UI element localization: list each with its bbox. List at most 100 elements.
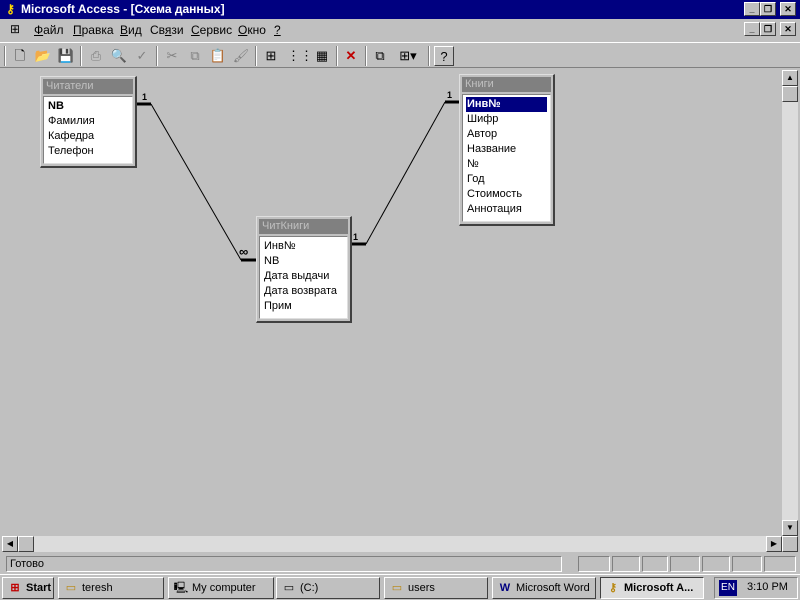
toolbar-separator: [365, 46, 367, 66]
show-table-icon[interactable]: ⊞: [261, 46, 281, 66]
status-bar: Готово: [0, 554, 800, 574]
taskbar-item-label: teresh: [82, 582, 113, 594]
field-year[interactable]: Год: [466, 172, 547, 187]
horizontal-scrollbar[interactable]: ◀ ▶: [2, 536, 782, 552]
field-phone[interactable]: Телефон: [47, 144, 129, 159]
table-readers-fields: NB Фамилия Кафедра Телефон: [43, 96, 133, 164]
field-code[interactable]: Шифр: [466, 112, 547, 127]
field-inv[interactable]: Инв№: [263, 239, 344, 254]
scroll-down-icon[interactable]: ▼: [782, 520, 798, 536]
new-object-icon[interactable]: ⊞▾: [394, 46, 422, 66]
field-title[interactable]: Название: [466, 142, 547, 157]
menu-relationships[interactable]: Связи: [150, 23, 184, 37]
menu-edit[interactable]: Правка: [73, 23, 114, 37]
menu-window[interactable]: Окно: [238, 23, 266, 37]
menu-help[interactable]: ?: [274, 23, 281, 37]
table-loans[interactable]: ЧитКниги Инв№ NB Дата выдачи Дата возвра…: [256, 216, 352, 323]
table-readers[interactable]: Читатели NB Фамилия Кафедра Телефон: [40, 76, 137, 168]
database-window-icon[interactable]: ⧉: [370, 46, 390, 66]
status-panel: [764, 556, 796, 572]
field-author[interactable]: Автор: [466, 127, 547, 142]
copy-icon[interactable]: ⧉: [185, 46, 205, 66]
system-tray: EN 3:10 PM: [714, 577, 798, 599]
doc-restore-button[interactable]: ❐: [760, 22, 776, 36]
field-price[interactable]: Стоимость: [466, 187, 547, 202]
key-icon[interactable]: ⚷: [3, 2, 18, 17]
vertical-scroll-thumb[interactable]: [782, 86, 798, 102]
clock[interactable]: 3:10 PM: [747, 581, 788, 593]
open-icon[interactable]: 📂: [33, 46, 53, 66]
format-painter-icon[interactable]: 🖌: [231, 46, 251, 66]
show-all-icon[interactable]: ▦: [312, 46, 332, 66]
start-button[interactable]: ⊞ Start: [2, 577, 54, 599]
field-surname[interactable]: Фамилия: [47, 114, 129, 129]
toolbar-grip: [4, 46, 6, 66]
show-direct-icon[interactable]: ⋮⋮: [287, 46, 313, 66]
new-icon[interactable]: 🗋: [10, 46, 30, 66]
table-loans-title[interactable]: ЧитКниги: [259, 219, 348, 234]
close-button[interactable]: ✕: [780, 2, 796, 16]
status-panel: [578, 556, 610, 572]
menu-view[interactable]: Вид: [120, 23, 142, 37]
field-annotation[interactable]: Аннотация: [466, 202, 547, 217]
word-icon: W: [499, 582, 511, 594]
relation-one-label: 1: [447, 90, 453, 100]
relationships-doc-icon[interactable]: ⊞: [10, 22, 20, 36]
toolbar-separator: [428, 46, 430, 66]
print-preview-icon[interactable]: 🔍: [109, 46, 129, 66]
horizontal-scroll-thumb[interactable]: [18, 536, 34, 552]
windows-logo-icon: ⊞: [10, 582, 20, 594]
help-icon[interactable]: ?: [434, 46, 454, 66]
field-return-date[interactable]: Дата возврата: [263, 284, 344, 299]
print-icon[interactable]: ⎙: [86, 46, 106, 66]
field-issue-date[interactable]: Дата выдачи: [263, 269, 344, 284]
table-readers-title[interactable]: Читатели: [43, 79, 133, 94]
scroll-corner: [782, 536, 798, 552]
paste-icon[interactable]: 📋: [208, 46, 228, 66]
field-department[interactable]: Кафедра: [47, 129, 129, 144]
table-books-fields: Инв№ Шифр Автор Название № Год Стоимость…: [462, 94, 551, 222]
table-books[interactable]: Книги Инв№ Шифр Автор Название № Год Сто…: [459, 74, 555, 226]
save-icon[interactable]: 💾: [56, 46, 76, 66]
field-number[interactable]: №: [466, 157, 547, 172]
taskbar-item-teresh[interactable]: ▭ teresh: [58, 577, 164, 599]
taskbar-item-users[interactable]: ▭ users: [384, 577, 488, 599]
cut-icon[interactable]: ✂: [162, 46, 182, 66]
relation-one-label: 1: [353, 232, 359, 242]
taskbar-item-label: My computer: [192, 582, 256, 594]
taskbar-item-my-computer[interactable]: 🖳 My computer: [168, 577, 274, 599]
delete-icon[interactable]: ✕: [341, 46, 361, 66]
field-note[interactable]: Прим: [263, 299, 344, 314]
taskbar-item-access[interactable]: ⚷ Microsoft A...: [600, 577, 704, 599]
vertical-scrollbar[interactable]: ▲ ▼: [782, 70, 798, 536]
field-nb[interactable]: NB: [263, 254, 344, 269]
table-loans-fields: Инв№ NB Дата выдачи Дата возврата Прим: [259, 236, 348, 319]
spelling-icon[interactable]: ✓: [132, 46, 152, 66]
relationships-workspace[interactable]: 1 ∞ 1 1 Читатели NB Фамилия Кафедра Теле…: [2, 70, 782, 536]
status-panel: [702, 556, 730, 572]
status-panel: [670, 556, 700, 572]
taskbar-item-drive-c[interactable]: ▭ (C:): [276, 577, 380, 599]
restore-button[interactable]: ❐: [760, 2, 776, 16]
scroll-up-icon[interactable]: ▲: [782, 70, 798, 86]
toolbar-separator: [156, 46, 158, 66]
minimize-button[interactable]: _: [744, 2, 760, 16]
status-text: Готово: [6, 556, 562, 572]
scroll-left-icon[interactable]: ◀: [2, 536, 18, 552]
table-books-title[interactable]: Книги: [462, 77, 551, 92]
language-indicator[interactable]: EN: [719, 580, 737, 596]
doc-close-button[interactable]: ✕: [780, 22, 796, 36]
folder-icon: ▭: [391, 582, 403, 594]
menu-file[interactable]: Файл: [34, 23, 64, 37]
field-nb[interactable]: NB: [47, 99, 129, 114]
field-inv[interactable]: Инв№: [466, 97, 547, 112]
menu-bar: ⊞ Файл Правка Вид Связи Сервис Окно ? _ …: [0, 19, 800, 41]
scroll-right-icon[interactable]: ▶: [766, 536, 782, 552]
status-panel: [642, 556, 668, 572]
toolbar-separator: [336, 46, 338, 66]
menu-tools[interactable]: Сервис: [191, 23, 232, 37]
start-label: Start: [26, 582, 52, 594]
toolbar: 🗋 📂 💾 ⎙ 🔍 ✓ ✂ ⧉ 📋 🖌 ⊞ ⋮⋮ ▦ ✕ ⧉ ⊞▾ ?: [0, 42, 800, 68]
doc-minimize-button[interactable]: _: [744, 22, 760, 36]
taskbar-item-word[interactable]: W Microsoft Word: [492, 577, 596, 599]
